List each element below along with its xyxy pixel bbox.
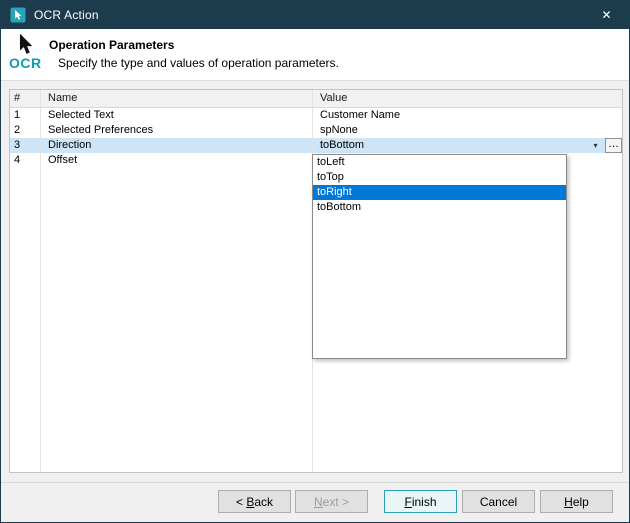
- combo-dropdown-arrow-icon[interactable]: ▾: [588, 138, 603, 153]
- cursor-arrow-icon: [16, 33, 36, 56]
- param-name: Selected Preferences: [40, 123, 312, 138]
- back-button[interactable]: < Back: [218, 490, 291, 513]
- wizard-header: OCR Operation Parameters Specify the typ…: [1, 29, 629, 80]
- column-header-value[interactable]: Value: [312, 90, 622, 107]
- param-value[interactable]: spNone: [312, 123, 622, 138]
- next-button: Next >: [295, 490, 368, 513]
- dropdown-item[interactable]: toLeft: [313, 155, 566, 170]
- column-header-name[interactable]: Name: [40, 90, 312, 107]
- ellipsis-button[interactable]: …: [605, 138, 622, 153]
- header-divider: [1, 80, 629, 81]
- ocr-action-dialog: OCR Action ✕ OCR Operation Parameters Sp…: [0, 0, 630, 523]
- window-title: OCR Action: [34, 8, 99, 22]
- table-row[interactable]: 1Selected Text Customer Name: [10, 108, 622, 123]
- param-value[interactable]: toBottom▾…: [312, 138, 622, 153]
- row-number: 4: [10, 153, 40, 168]
- dropdown-item[interactable]: toTop: [313, 170, 566, 185]
- dropdown-list: toLefttoToptoRighttoBottom: [313, 155, 566, 215]
- app-icon: [10, 7, 26, 23]
- dropdown-popup: toLefttoToptoRighttoBottom: [312, 154, 567, 359]
- app-icon-glyph: [10, 7, 26, 23]
- titlebar[interactable]: OCR Action ✕: [1, 1, 629, 29]
- table-row[interactable]: 3DirectiontoBottom▾…: [10, 138, 622, 153]
- close-button[interactable]: ✕: [584, 1, 629, 29]
- param-value[interactable]: Customer Name: [312, 108, 622, 123]
- table-row[interactable]: 2Selected Preferences spNone: [10, 123, 622, 138]
- param-name: Direction: [40, 138, 312, 153]
- param-name: Selected Text: [40, 108, 312, 123]
- ocr-logo-text: OCR: [9, 55, 42, 71]
- row-number: 2: [10, 123, 40, 138]
- param-value-text: spNone: [320, 123, 358, 138]
- close-icon: ✕: [601, 8, 611, 22]
- cancel-button[interactable]: Cancel: [462, 490, 535, 513]
- help-button[interactable]: Help: [540, 490, 613, 513]
- table-header: # Name Value: [10, 90, 622, 108]
- param-name: Offset: [40, 153, 312, 168]
- column-header-number[interactable]: #: [10, 90, 40, 107]
- combo-value-text: toBottom: [320, 138, 588, 153]
- finish-button[interactable]: Finish: [384, 490, 457, 513]
- dropdown-item[interactable]: toRight: [313, 185, 566, 200]
- footer-divider: [1, 482, 629, 483]
- param-value-text: Customer Name: [320, 108, 400, 123]
- dropdown-item[interactable]: toBottom: [313, 200, 566, 215]
- ocr-logo: OCR: [9, 32, 51, 78]
- row-number: 1: [10, 108, 40, 123]
- page-title: Operation Parameters: [49, 38, 174, 52]
- row-number: 3: [10, 138, 40, 153]
- page-subtitle: Specify the type and values of operation…: [58, 56, 339, 70]
